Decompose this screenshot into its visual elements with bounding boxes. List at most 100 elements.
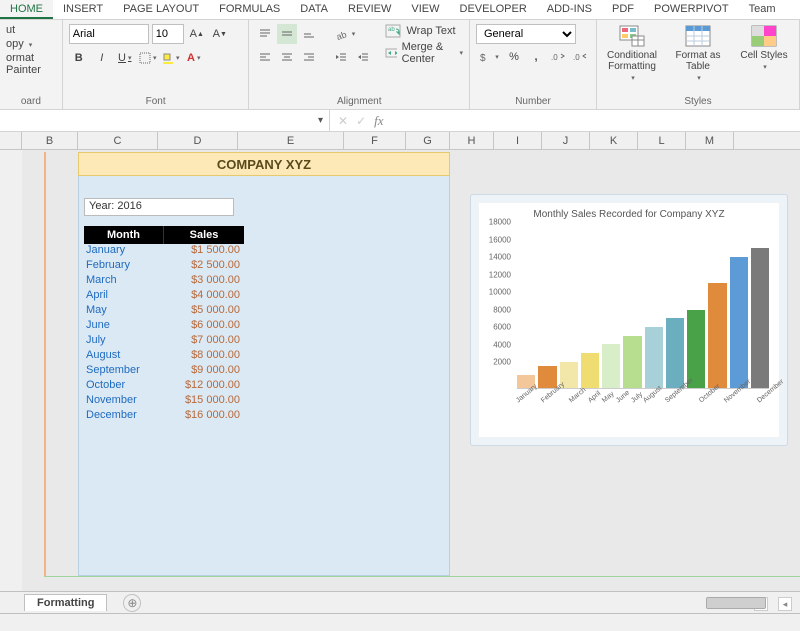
- table-row[interactable]: February$2 500.00: [84, 259, 244, 274]
- column-header-J[interactable]: J: [542, 132, 590, 149]
- decrease-indent-icon[interactable]: [331, 47, 351, 67]
- comma-format-icon[interactable]: ,: [526, 47, 546, 67]
- cell-month: October: [84, 379, 164, 394]
- align-left-icon[interactable]: [255, 47, 275, 67]
- column-header-I[interactable]: I: [494, 132, 542, 149]
- ribbon-tab-add-ins[interactable]: ADD-INS: [537, 0, 602, 19]
- increase-font-icon[interactable]: A▲: [187, 24, 207, 44]
- fx-icon[interactable]: fx: [374, 113, 383, 129]
- cell-sales: $3 000.00: [164, 274, 244, 289]
- cell-styles-button[interactable]: Cell Styles: [735, 24, 793, 71]
- conditional-formatting-button[interactable]: Conditional Formatting: [603, 24, 661, 82]
- decrease-font-icon[interactable]: A▼: [210, 24, 230, 44]
- merge-center-button[interactable]: Merge & Center: [385, 41, 463, 65]
- cell-month: April: [84, 289, 164, 304]
- underline-button[interactable]: U: [115, 48, 135, 68]
- table-row[interactable]: November$15 000.00: [84, 394, 244, 409]
- ribbon-tab-view[interactable]: VIEW: [401, 0, 449, 19]
- chart-bar: [666, 318, 684, 388]
- ribbon: ut opy ormat Painter oard A▲ A▼ B I U: [0, 20, 800, 110]
- column-header-C[interactable]: C: [78, 132, 158, 149]
- align-middle-icon[interactable]: [277, 24, 297, 44]
- ribbon-tab-data[interactable]: DATA: [290, 0, 338, 19]
- select-all-corner[interactable]: [0, 132, 22, 149]
- cell-month: June: [84, 319, 164, 334]
- column-header-D[interactable]: D: [158, 132, 238, 149]
- enter-formula-icon[interactable]: ✓: [356, 114, 366, 128]
- align-top-icon[interactable]: [255, 24, 275, 44]
- add-sheet-button[interactable]: ⊕: [123, 594, 141, 612]
- ribbon-tab-insert[interactable]: INSERT: [53, 0, 113, 19]
- font-name-select[interactable]: [69, 24, 149, 44]
- ribbon-tab-team[interactable]: Team: [739, 0, 786, 19]
- ribbon-tab-developer[interactable]: DEVELOPER: [450, 0, 537, 19]
- cell-month: February: [84, 259, 164, 274]
- border-button[interactable]: [138, 48, 158, 68]
- cell-sales: $5 000.00: [164, 304, 244, 319]
- column-header-E[interactable]: E: [238, 132, 344, 149]
- svg-text:ab: ab: [388, 27, 395, 33]
- ribbon-tab-powerpivot[interactable]: POWERPIVOT: [644, 0, 739, 19]
- copy-button[interactable]: opy: [6, 38, 56, 50]
- column-header-B[interactable]: B: [22, 132, 78, 149]
- align-right-icon[interactable]: [299, 47, 319, 67]
- table-row[interactable]: September$9 000.00: [84, 364, 244, 379]
- table-row[interactable]: June$6 000.00: [84, 319, 244, 334]
- format-as-table-icon: [684, 24, 712, 48]
- sales-chart[interactable]: Monthly Sales Recorded for Company XYZ 2…: [470, 194, 788, 446]
- decrease-decimal-icon[interactable]: .0: [570, 47, 590, 67]
- ribbon-tab-page-layout[interactable]: PAGE LAYOUT: [113, 0, 209, 19]
- ribbon-tab-formulas[interactable]: FORMULAS: [209, 0, 290, 19]
- name-box[interactable]: ▾: [0, 110, 330, 131]
- format-painter-button[interactable]: ormat Painter: [6, 52, 56, 76]
- column-header-K[interactable]: K: [590, 132, 638, 149]
- number-format-select[interactable]: General: [476, 24, 576, 44]
- increase-indent-icon[interactable]: [353, 47, 373, 67]
- horizontal-scrollbar[interactable]: [706, 597, 766, 609]
- year-cell[interactable]: Year: 2016: [84, 198, 234, 216]
- table-row[interactable]: March$3 000.00: [84, 274, 244, 289]
- ribbon-tab-review[interactable]: REVIEW: [338, 0, 401, 19]
- bold-button[interactable]: B: [69, 48, 89, 68]
- column-header-G[interactable]: G: [406, 132, 450, 149]
- format-as-table-button[interactable]: Format as Table: [669, 24, 727, 82]
- ribbon-tab-home[interactable]: HOME: [0, 0, 53, 19]
- table-row[interactable]: April$4 000.00: [84, 289, 244, 304]
- ribbon-tab-pdf[interactable]: PDF: [602, 0, 644, 19]
- chart-bar: [708, 283, 726, 388]
- orientation-icon[interactable]: ab: [331, 24, 359, 44]
- column-header-M[interactable]: M: [686, 132, 734, 149]
- cell-month: September: [84, 364, 164, 379]
- column-header-L[interactable]: L: [638, 132, 686, 149]
- worksheet[interactable]: COMPANY XYZ Year: 2016 Month Sales Janua…: [0, 150, 800, 602]
- scroll-left-icon[interactable]: ◂: [778, 597, 792, 611]
- wrap-text-button[interactable]: ab Wrap Text: [385, 24, 463, 38]
- column-header-H[interactable]: H: [450, 132, 494, 149]
- column-header-F[interactable]: F: [344, 132, 406, 149]
- chart-bar: [751, 248, 769, 388]
- align-center-icon[interactable]: [277, 47, 297, 67]
- table-row[interactable]: January$1 500.00: [84, 244, 244, 259]
- percent-format-icon[interactable]: %: [504, 47, 524, 67]
- italic-button[interactable]: I: [92, 48, 112, 68]
- sheet-tab-formatting[interactable]: Formatting: [24, 594, 107, 611]
- cut-button[interactable]: ut: [6, 24, 56, 36]
- formula-input[interactable]: [392, 110, 800, 131]
- font-color-button[interactable]: A: [184, 48, 204, 68]
- fill-color-button[interactable]: [161, 48, 181, 68]
- panel-bottom-border: [44, 576, 800, 577]
- font-size-select[interactable]: [152, 24, 184, 44]
- chart-bar: [581, 353, 599, 388]
- increase-decimal-icon[interactable]: .0: [548, 47, 568, 67]
- table-row[interactable]: May$5 000.00: [84, 304, 244, 319]
- align-bottom-icon[interactable]: [299, 24, 319, 44]
- svg-text:ab: ab: [336, 29, 348, 40]
- header-month: Month: [84, 226, 164, 244]
- table-row[interactable]: August$8 000.00: [84, 349, 244, 364]
- cancel-formula-icon[interactable]: ✕: [338, 114, 348, 128]
- table-row[interactable]: December$16 000.00: [84, 409, 244, 424]
- accounting-format-icon[interactable]: $: [476, 47, 502, 67]
- table-row[interactable]: July$7 000.00: [84, 334, 244, 349]
- left-border-marker: [44, 152, 48, 576]
- table-row[interactable]: October$12 000.00: [84, 379, 244, 394]
